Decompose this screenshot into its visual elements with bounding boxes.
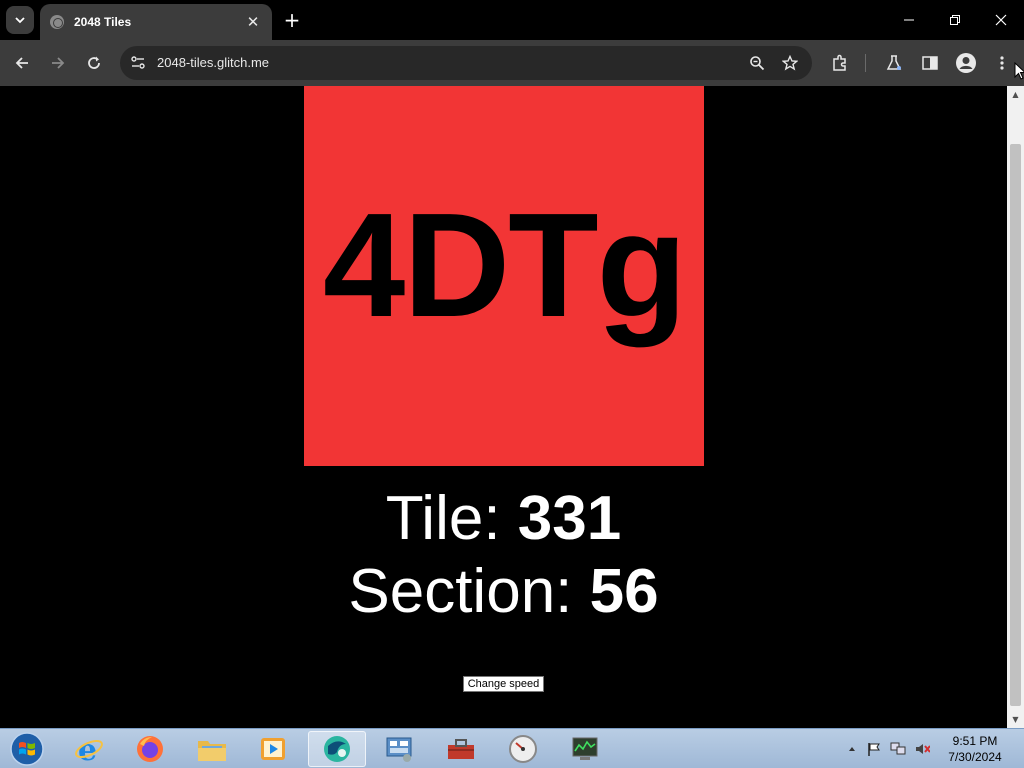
globe-icon (50, 15, 64, 29)
folder-icon (198, 741, 226, 761)
toolbar-divider (865, 54, 866, 72)
windows-logo-icon (10, 732, 44, 766)
network-icon[interactable] (890, 741, 906, 757)
taskbar-speedometer[interactable] (494, 731, 552, 767)
clock-date: 7/30/2024 (948, 750, 1002, 764)
action-center-flag-icon[interactable] (866, 741, 882, 757)
flask-icon (886, 55, 902, 70)
zoom-icon[interactable] (749, 55, 765, 71)
address-bar[interactable]: 2048-tiles.glitch.me (120, 46, 812, 80)
tile-label: Tile: (385, 484, 501, 553)
scroll-thumb[interactable] (1010, 144, 1021, 706)
taskbar-media-player[interactable] (244, 731, 302, 767)
taskbar-task-manager[interactable] (556, 731, 614, 767)
tile-number: 331 (517, 484, 622, 553)
tile-info: Tile: 331 (0, 488, 1007, 550)
caret-up-icon (849, 747, 855, 751)
close-icon (995, 14, 1007, 26)
page-viewport: 4DTg Tile: 331 Section: 56 Change speed (0, 86, 1007, 728)
taskbar-firefox[interactable] (121, 731, 179, 767)
puzzle-icon (833, 54, 846, 71)
browser-toolbar: 2048-tiles.glitch.me (0, 40, 1024, 86)
forward-button[interactable] (44, 49, 72, 77)
avatar-icon (956, 53, 976, 73)
site-settings-icon[interactable] (130, 55, 146, 71)
browser-tab[interactable]: 2048 Tiles ✕ (40, 4, 272, 40)
restore-icon (950, 15, 960, 25)
svg-text:e: e (78, 734, 97, 764)
minimize-button[interactable] (886, 0, 932, 40)
chevron-down-icon (15, 17, 25, 24)
clock-time: 9:51 PM (952, 734, 998, 748)
volume-muted-icon[interactable] (914, 741, 930, 757)
scroll-up-arrow-icon[interactable]: ▲ (1007, 86, 1024, 103)
taskbar-active-app[interactable] (308, 731, 366, 767)
url-text: 2048-tiles.glitch.me (157, 55, 269, 70)
vertical-scrollbar[interactable]: ▲ ▼ (1007, 86, 1024, 728)
close-window-button[interactable] (978, 0, 1024, 40)
taskbar: e 9:51 PM 7/30/2024 (0, 728, 1024, 768)
section-label: Section: (348, 557, 573, 626)
taskbar-toolbox[interactable] (432, 731, 490, 767)
network-monitor-icon (890, 742, 906, 755)
arrow-right-icon (52, 57, 65, 69)
control-panel-icon (386, 737, 412, 762)
mouse-cursor-icon (1014, 62, 1024, 80)
firefox-icon (137, 736, 163, 762)
change-speed-button[interactable]: Change speed (463, 676, 544, 692)
profile-button[interactable] (952, 49, 980, 77)
scroll-down-arrow-icon[interactable]: ▼ (1007, 711, 1024, 728)
extensions-button[interactable] (826, 49, 854, 77)
speedometer-icon (509, 735, 537, 763)
section-info: Section: 56 (0, 561, 1007, 623)
speaker-muted-icon (916, 744, 930, 754)
flag-icon (868, 743, 880, 756)
media-player-icon (261, 738, 285, 760)
taskbar-internet-explorer[interactable]: e (60, 731, 118, 767)
taskbar-file-explorer[interactable] (183, 731, 241, 767)
start-button[interactable] (6, 730, 48, 768)
menu-button[interactable] (988, 49, 1016, 77)
app-globe-icon (324, 736, 350, 762)
tile-display: 4DTg (304, 86, 704, 466)
reload-icon (88, 56, 100, 69)
side-panel-icon (922, 56, 938, 70)
system-clock[interactable]: 9:51 PM 7/30/2024 (940, 733, 1010, 765)
toolbox-icon (448, 739, 474, 759)
new-tab-button[interactable]: + (280, 8, 304, 32)
more-vert-icon (1000, 56, 1004, 70)
internet-explorer-icon: e (75, 734, 103, 764)
restore-button[interactable] (932, 0, 978, 40)
browser-titlebar: 2048 Tiles ✕ + (0, 0, 1024, 40)
tab-title: 2048 Tiles (74, 15, 132, 29)
tile-code: 4DTg (323, 183, 687, 348)
close-tab-icon[interactable]: ✕ (244, 13, 262, 31)
tab-search-button[interactable] (6, 6, 34, 34)
section-number: 56 (589, 557, 659, 626)
task-manager-icon (572, 737, 598, 760)
labs-button[interactable] (880, 49, 908, 77)
arrow-left-icon (15, 57, 28, 69)
side-panel-button[interactable] (916, 49, 944, 77)
bookmark-star-icon[interactable] (782, 55, 798, 71)
back-button[interactable] (8, 49, 36, 77)
reload-button[interactable] (80, 49, 108, 77)
tray-expand-icon[interactable] (844, 741, 860, 757)
minimize-icon (904, 19, 914, 21)
taskbar-control-panel[interactable] (370, 731, 428, 767)
